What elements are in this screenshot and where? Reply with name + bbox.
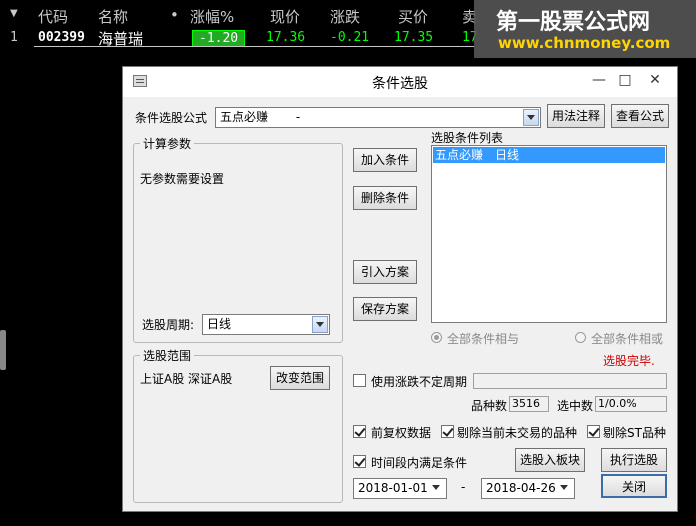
- exclude-st-checkbox[interactable]: [587, 425, 600, 438]
- chevron-down-icon[interactable]: [523, 109, 539, 126]
- watermark: 第一股票公式网 www.chnmoney.com: [474, 0, 696, 58]
- row-change-pct: -1.20: [192, 30, 246, 47]
- pre-adjust-checkbox[interactable]: [353, 425, 366, 438]
- unfixed-period-field: [473, 373, 667, 389]
- pre-adjust-label[interactable]: 前复权数据: [371, 424, 431, 441]
- col-price[interactable]: 现价: [270, 6, 300, 27]
- col-name[interactable]: 名称: [98, 6, 128, 27]
- close-icon[interactable]: ✕: [641, 69, 669, 91]
- formula-select-value: 五点必赚 -: [220, 110, 301, 124]
- date-to-value: 2018-04-26: [486, 481, 556, 495]
- dialog-titlebar[interactable]: 条件选股 — □ ✕: [123, 67, 677, 97]
- add-condition-button[interactable]: 加入条件: [353, 148, 417, 172]
- condition-list-label: 选股条件列表: [431, 131, 504, 145]
- date-from-value: 2018-01-01: [358, 481, 428, 495]
- minimize-icon[interactable]: —: [585, 69, 613, 91]
- maximize-icon[interactable]: □: [611, 69, 639, 91]
- formula-select[interactable]: 五点必赚 -: [215, 107, 541, 128]
- radio-all-or[interactable]: [575, 332, 586, 343]
- count-value: 3516: [509, 396, 549, 412]
- condition-list[interactable]: 五点必赚 日线: [431, 145, 667, 323]
- exclude-st-label[interactable]: 剔除ST品种: [603, 424, 666, 441]
- col-change[interactable]: 涨跌: [330, 6, 360, 27]
- chevron-down-icon[interactable]: [557, 480, 573, 497]
- col-bid[interactable]: 买价: [398, 6, 428, 27]
- period-label: 选股周期:: [142, 318, 195, 332]
- calc-params-group: 计算参数 无参数需要设置 选股周期: 日线: [133, 135, 343, 343]
- chevron-down-icon[interactable]: [312, 316, 328, 333]
- selected-label: 选中数: [557, 399, 594, 413]
- close-button[interactable]: 关闭: [601, 474, 667, 498]
- row-index: 1: [10, 30, 18, 45]
- select-to-block-button[interactable]: 选股入板块: [515, 448, 585, 472]
- use-unfixed-period-checkbox[interactable]: [353, 374, 366, 387]
- watermark-title: 第一股票公式网: [496, 10, 651, 35]
- scope-group: 选股范围 上证A股 深证A股 改变范围: [133, 347, 343, 503]
- exclude-suspended-label[interactable]: 剔除当前未交易的品种: [457, 424, 577, 441]
- delete-condition-button[interactable]: 删除条件: [353, 186, 417, 210]
- execute-button[interactable]: 执行选股: [601, 448, 667, 472]
- change-scope-button[interactable]: 改变范围: [270, 366, 330, 390]
- date-to-picker[interactable]: 2018-04-26: [481, 478, 575, 499]
- row-change: -0.21: [330, 30, 370, 45]
- scope-text: 上证A股 深证A股: [140, 372, 233, 386]
- use-unfixed-period-label[interactable]: 使用涨跌不定周期: [371, 373, 467, 390]
- row-bid: 17.35: [394, 30, 434, 45]
- condition-list-item[interactable]: 五点必赚 日线: [433, 147, 665, 163]
- selected-value: 1/0.0%: [595, 396, 667, 412]
- row-price: 17.36: [266, 30, 306, 45]
- exclude-suspended-checkbox[interactable]: [441, 425, 454, 438]
- period-select-value: 日线: [207, 317, 232, 331]
- save-plan-button[interactable]: 保存方案: [353, 297, 417, 321]
- view-formula-button[interactable]: 查看公式: [611, 104, 669, 128]
- radio-all-and[interactable]: [431, 332, 442, 343]
- col-code[interactable]: 代码: [38, 6, 68, 27]
- scope-title: 选股范围: [140, 347, 195, 364]
- row-code: 002399: [38, 30, 85, 45]
- col-dot: •: [170, 6, 179, 24]
- left-edge-handle[interactable]: [0, 330, 6, 370]
- row-selection-line: [34, 46, 474, 47]
- chevron-down-icon[interactable]: [429, 480, 445, 497]
- calc-params-title: 计算参数: [140, 135, 195, 152]
- date-separator: -: [461, 480, 466, 494]
- period-select[interactable]: 日线: [202, 314, 330, 335]
- radio-all-or-label[interactable]: 全部条件相或: [591, 330, 663, 347]
- count-label: 品种数: [471, 399, 508, 413]
- import-plan-button[interactable]: 引入方案: [353, 260, 417, 284]
- col-change-pct[interactable]: 涨幅%: [190, 6, 234, 27]
- status-text: 选股完毕.: [603, 354, 655, 368]
- sort-arrow-icon[interactable]: ▼: [10, 8, 18, 19]
- no-params-text: 无参数需要设置: [140, 172, 225, 186]
- radio-all-and-label[interactable]: 全部条件相与: [447, 330, 519, 347]
- watermark-url: www.chnmoney.com: [498, 34, 671, 52]
- usage-notes-button[interactable]: 用法注释: [547, 104, 605, 128]
- time-range-label[interactable]: 时间段内满足条件: [371, 454, 467, 471]
- formula-label: 条件选股公式: [135, 111, 208, 125]
- time-range-checkbox[interactable]: [353, 455, 366, 468]
- date-from-picker[interactable]: 2018-01-01: [353, 478, 447, 499]
- condition-select-dialog: 条件选股 — □ ✕ 条件选股公式 五点必赚 - 用法注释 查看公式 计算参数 …: [122, 66, 678, 512]
